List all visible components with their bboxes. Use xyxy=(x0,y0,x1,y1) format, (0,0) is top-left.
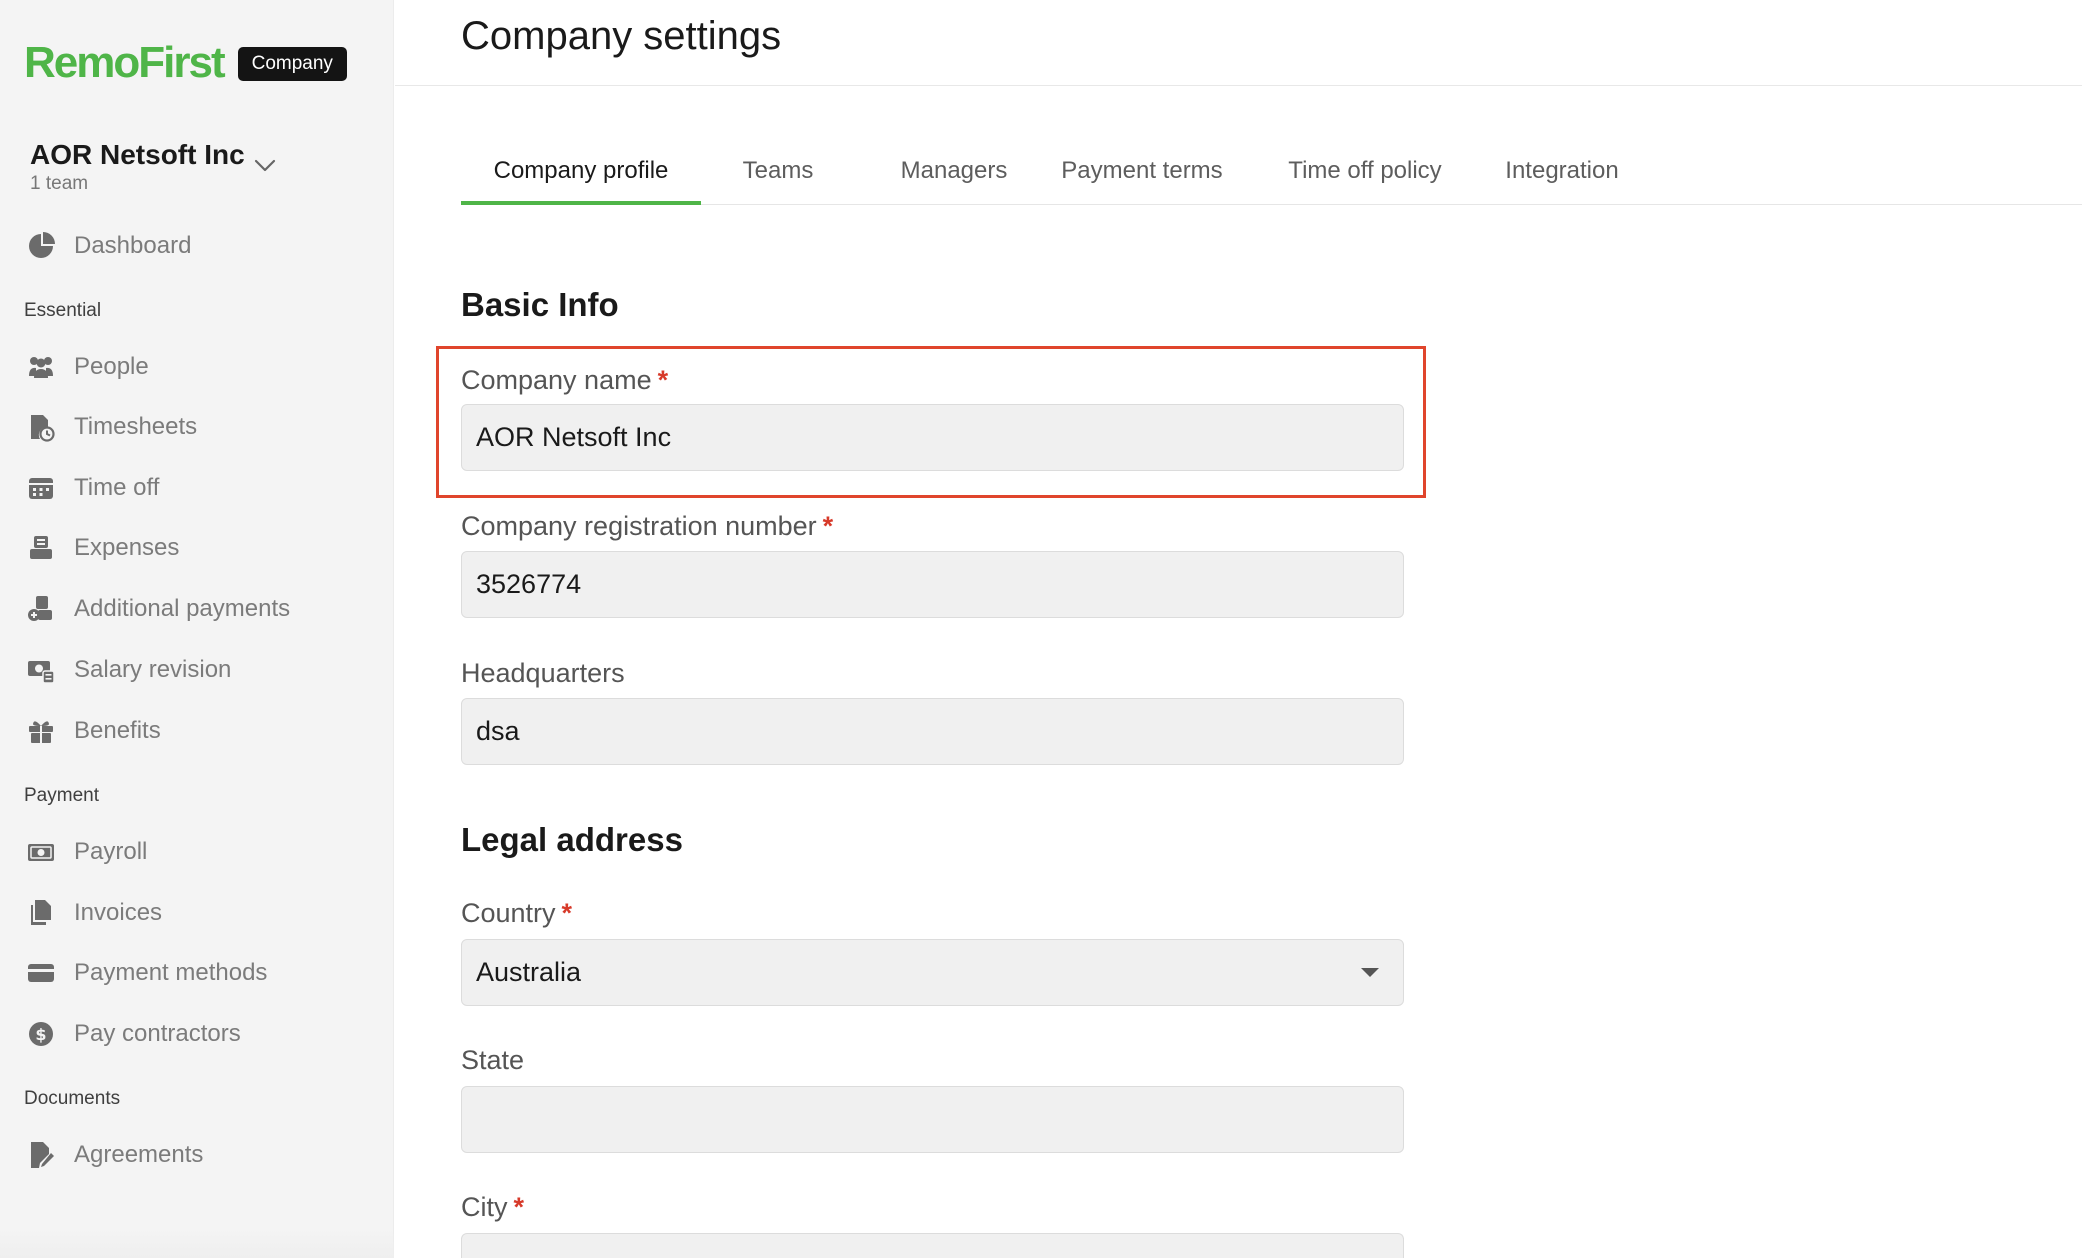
state-label: State xyxy=(461,1045,524,1076)
sidebar-bottom-fade xyxy=(0,1228,394,1258)
expenses-icon xyxy=(24,531,58,565)
tab-managers[interactable]: Managers xyxy=(874,150,1034,205)
settings-tabs: Company profile Teams Managers Payment t… xyxy=(461,150,2082,205)
country-label-text: Country xyxy=(461,898,556,928)
sidebar: RemoFirst Company AOR Netsoft Inc 1 team… xyxy=(0,0,394,1258)
sidebar-item-label: Time off xyxy=(74,474,160,501)
city-label-text: City xyxy=(461,1192,508,1222)
sidebar-item-people[interactable]: People xyxy=(24,345,364,389)
country-select[interactable]: Australia xyxy=(461,939,1404,1006)
sidebar-item-label: Payment methods xyxy=(74,959,268,986)
tab-company-profile[interactable]: Company profile xyxy=(461,150,701,205)
sidebar-item-salary-revision[interactable]: Salary revision xyxy=(24,648,364,692)
sidebar-item-timesheets[interactable]: Timesheets xyxy=(24,405,364,449)
section-documents: Documents xyxy=(24,1088,121,1109)
page-header: Company settings xyxy=(395,0,2082,86)
sidebar-item-dashboard[interactable]: Dashboard xyxy=(24,224,364,268)
registration-number-value: 3526774 xyxy=(476,569,582,599)
chevron-down-icon xyxy=(254,159,276,172)
company-name-value: AOR Netsoft Inc xyxy=(476,422,672,452)
city-input[interactable] xyxy=(461,1233,1404,1258)
company-badge: Company xyxy=(237,47,347,81)
required-mark: * xyxy=(822,511,834,541)
required-mark: * xyxy=(657,365,669,395)
people-icon xyxy=(24,350,58,384)
city-label: City * xyxy=(461,1192,524,1223)
sidebar-item-label: Benefits xyxy=(74,717,161,744)
calendar-icon xyxy=(24,471,58,505)
sidebar-item-label: Pay contractors xyxy=(74,1020,241,1047)
brand: RemoFirst Company xyxy=(24,38,347,88)
tab-time-off-policy[interactable]: Time off policy xyxy=(1265,150,1465,205)
sidebar-item-time-off[interactable]: Time off xyxy=(24,466,364,510)
signed-document-icon xyxy=(24,1138,58,1172)
money-icon xyxy=(24,835,58,869)
company-name-label: Company name * xyxy=(461,365,668,396)
headquarters-value: dsa xyxy=(476,716,520,746)
tab-teams[interactable]: Teams xyxy=(723,150,833,205)
dollar-coin-icon: $ xyxy=(24,1017,58,1051)
sidebar-item-label: Dashboard xyxy=(74,232,192,259)
salary-revision-icon xyxy=(24,653,58,687)
company-name-input[interactable]: AOR Netsoft Inc xyxy=(461,404,1404,471)
credit-card-icon xyxy=(24,956,58,990)
svg-text:$: $ xyxy=(35,1025,46,1044)
headquarters-label: Headquarters xyxy=(461,658,625,689)
section-essential: Essential xyxy=(24,300,102,321)
invoice-icon xyxy=(24,896,58,930)
country-label: Country * xyxy=(461,898,572,929)
caret-down-icon xyxy=(1361,968,1379,977)
sidebar-item-label: Agreements xyxy=(74,1141,204,1168)
sidebar-item-label: Payroll xyxy=(74,838,148,865)
sidebar-item-invoices[interactable]: Invoices xyxy=(24,891,364,935)
sidebar-item-payment-methods[interactable]: Payment methods xyxy=(24,951,364,995)
sidebar-item-agreements[interactable]: Agreements xyxy=(24,1133,364,1177)
team-name: AOR Netsoft Inc xyxy=(30,139,245,170)
country-value: Australia xyxy=(476,957,582,987)
team-switcher[interactable]: AOR Netsoft Inc 1 team xyxy=(30,138,290,202)
state-input[interactable] xyxy=(461,1086,1404,1153)
sidebar-item-expenses[interactable]: Expenses xyxy=(24,526,364,570)
sidebar-item-additional-payments[interactable]: Additional payments xyxy=(24,587,364,631)
sidebar-item-label: Expenses xyxy=(74,534,180,561)
remofirst-logo[interactable]: RemoFirst xyxy=(24,38,226,88)
required-mark: * xyxy=(513,1192,525,1222)
sidebar-item-label: Additional payments xyxy=(74,595,291,622)
headquarters-label-text: Headquarters xyxy=(461,658,625,688)
sidebar-item-label: People xyxy=(74,353,149,380)
sidebar-item-label: Invoices xyxy=(74,899,163,926)
required-mark: * xyxy=(561,898,573,928)
page-title: Company settings xyxy=(461,14,782,58)
sidebar-item-pay-contractors[interactable]: $ Pay contractors xyxy=(24,1012,364,1056)
legal-address-title: Legal address xyxy=(461,821,683,858)
sidebar-item-label: Salary revision xyxy=(74,656,232,683)
registration-number-input[interactable]: 3526774 xyxy=(461,551,1404,618)
app-root: RemoFirst Company AOR Netsoft Inc 1 team… xyxy=(0,0,2082,1258)
state-label-text: State xyxy=(461,1045,525,1075)
headquarters-input[interactable]: dsa xyxy=(461,698,1404,765)
section-payment: Payment xyxy=(24,785,99,806)
registration-number-label-text: Company registration number xyxy=(461,511,817,541)
sidebar-item-label: Timesheets xyxy=(74,413,198,440)
sidebar-item-payroll[interactable]: Payroll xyxy=(24,830,364,874)
registration-number-label: Company registration number * xyxy=(461,511,833,542)
timesheet-icon xyxy=(24,410,58,444)
gift-icon xyxy=(24,714,58,748)
sidebar-item-benefits[interactable]: Benefits xyxy=(24,709,364,753)
pie-chart-icon xyxy=(24,229,58,263)
team-count: 1 team xyxy=(30,173,89,194)
additional-payment-icon xyxy=(24,592,58,626)
basic-info-title: Basic Info xyxy=(461,286,619,323)
tab-payment-terms[interactable]: Payment terms xyxy=(1042,150,1242,205)
tab-integration[interactable]: Integration xyxy=(1487,150,1637,205)
company-name-label-text: Company name xyxy=(461,365,652,395)
